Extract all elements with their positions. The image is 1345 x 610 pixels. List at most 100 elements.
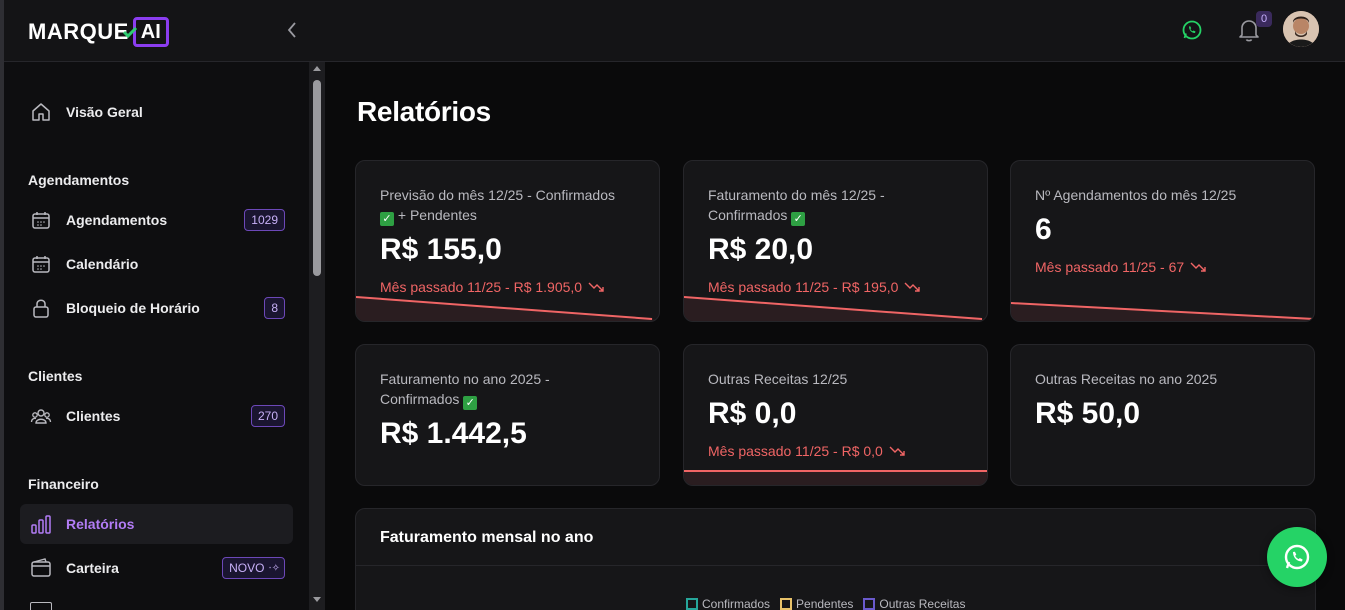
trend-sparkline <box>684 296 987 321</box>
legend-item-confirmados[interactable]: Confirmados <box>686 597 770 610</box>
trend-sparkline <box>356 296 659 321</box>
brand-name: MARQUE <box>28 19 129 44</box>
collapse-sidebar-button[interactable] <box>280 18 304 42</box>
stat-card-faturamento-mes: Faturamento do mês 12/25 - Confirmados ✓… <box>683 160 988 322</box>
card-comparison-text: Mês passado 11/25 - 67 <box>1035 259 1185 275</box>
trend-sparkline <box>684 470 987 485</box>
card-label-line1: Faturamento no ano 2025 - <box>380 371 550 387</box>
top-header: MARQUE AI 0 <box>4 0 1345 62</box>
check-icon: ✓ <box>791 212 806 226</box>
card-label: Outras Receitas no ano 2025 <box>1035 371 1218 387</box>
sparkle-icon: ⋅✧ <box>268 562 280 574</box>
user-photo-icon <box>1283 11 1319 47</box>
wallet-icon <box>30 557 52 579</box>
stat-card-outras-receitas-mes: Outras Receitas 12/25 R$ 0,0 Mês passado… <box>683 344 988 486</box>
sidebar-item-label: Visão Geral <box>66 104 143 120</box>
card-value: R$ 0,0 <box>708 397 797 430</box>
sidebar-item-relatorios[interactable]: Relatórios <box>20 504 293 544</box>
trend-down-icon <box>1190 262 1206 272</box>
main-content: Relatórios Previsão do mês 12/25 - Confi… <box>325 62 1345 610</box>
sidebar: Visão Geral Agendamentos Agendamentos 10… <box>4 62 309 610</box>
legend-label: Confirmados <box>702 597 771 610</box>
chart-legend: Confirmados Pendentes Outras Receitas <box>686 597 965 610</box>
new-badge-label: NOVO <box>229 561 265 575</box>
stat-card-faturamento-ano: Faturamento no ano 2025 - Confirmados ✓ … <box>355 344 660 486</box>
card-label: Faturamento no ano 2025 - Confirmados ✓ <box>380 369 645 410</box>
brand-ai-box: AI <box>132 17 169 47</box>
home-icon <box>30 101 52 123</box>
sidebar-item-label: Relatórios <box>66 516 135 532</box>
sidebar-item-label: Bloqueio de Horário <box>66 300 200 316</box>
card-label-line1: Faturamento do mês 12/25 - <box>708 187 885 203</box>
sidebar-item-label: Carteira <box>66 560 119 576</box>
card-value: R$ 155,0 <box>380 233 502 266</box>
stat-card-outras-receitas-ano: Outras Receitas no ano 2025 R$ 50,0 <box>1010 344 1315 486</box>
sidebar-item-label: Calendário <box>66 256 139 272</box>
users-icon <box>30 405 52 427</box>
card-label-line1: Previsão do mês 12/25 - Confirmados <box>380 187 615 203</box>
card-label: Faturamento do mês 12/25 - Confirmados ✓ <box>708 185 973 226</box>
sidebar-item-calendario[interactable]: Calendário <box>20 244 293 284</box>
card-comparison: Mês passado 11/25 - 67 <box>1035 259 1206 275</box>
count-badge: 8 <box>264 297 285 319</box>
card-value: 6 <box>1035 213 1052 246</box>
card-comparison: Mês passado 11/25 - R$ 0,0 <box>708 443 905 459</box>
brand-logo[interactable]: MARQUE AI <box>28 12 169 52</box>
sidebar-item-bloqueio[interactable]: Bloqueio de Horário 8 <box>20 288 293 328</box>
legend-swatch <box>863 598 876 610</box>
check-icon <box>122 26 138 38</box>
whatsapp-chat-button[interactable] <box>1267 527 1327 587</box>
whatsapp-icon[interactable] <box>1180 18 1204 42</box>
new-badge: NOVO ⋅✧ <box>222 557 285 579</box>
chevron-left-icon <box>287 22 296 38</box>
legend-swatch <box>686 598 698 610</box>
card-label: Nº Agendamentos do mês 12/25 <box>1035 187 1237 203</box>
chart-title: Faturamento mensal no ano <box>380 529 594 546</box>
card-comparison-text: Mês passado 11/25 - R$ 0,0 <box>708 443 883 459</box>
legend-item-pendentes[interactable]: Pendentes <box>780 597 853 610</box>
sidebar-item-label: Clientes <box>66 408 121 424</box>
sidebar-item-label: Agendamentos <box>66 212 168 228</box>
next-item-icon <box>30 602 52 610</box>
card-value: R$ 50,0 <box>1035 397 1141 430</box>
trend-sparkline <box>1011 302 1314 321</box>
divider <box>356 565 1315 566</box>
count-badge: 1029 <box>244 209 285 231</box>
check-icon: ✓ <box>380 212 394 226</box>
section-agendamentos: Agendamentos <box>28 172 130 188</box>
scroll-down-arrow[interactable] <box>313 597 321 602</box>
brand-suffix: AI <box>140 20 161 43</box>
sidebar-item-agendamentos[interactable]: Agendamentos 1029 <box>20 200 293 240</box>
legend-swatch <box>780 598 793 610</box>
trend-down-icon <box>889 446 905 456</box>
bar-chart-icon <box>30 513 52 535</box>
legend-label: Pendentes <box>796 597 854 610</box>
calendar-icon <box>30 253 52 275</box>
sidebar-item-clientes[interactable]: Clientes 270 <box>20 396 293 436</box>
card-label-line2: Confirmados <box>380 391 460 407</box>
avatar[interactable] <box>1283 11 1319 47</box>
card-value: R$ 20,0 <box>708 233 814 266</box>
monthly-revenue-chart-card: Faturamento mensal no ano Confirmados Pe… <box>355 508 1316 610</box>
section-financeiro: Financeiro <box>28 476 99 492</box>
stat-card-previsao: Previsão do mês 12/25 - Confirmados ✓ + … <box>355 160 660 322</box>
scroll-thumb[interactable] <box>313 80 321 276</box>
page-title: Relatórios <box>357 96 491 127</box>
card-label-line2: + Pendentes <box>397 207 477 223</box>
whatsapp-icon <box>1284 544 1310 570</box>
legend-item-outras-receitas[interactable]: Outras Receitas <box>863 597 965 610</box>
calendar-icon <box>30 209 52 231</box>
scroll-up-arrow[interactable] <box>313 66 321 71</box>
sidebar-item-overview[interactable]: Visão Geral <box>20 92 293 132</box>
card-value: R$ 1.442,5 <box>380 417 527 450</box>
card-label: Previsão do mês 12/25 - Confirmados ✓ + … <box>380 185 645 226</box>
sidebar-scrollbar[interactable] <box>309 62 325 610</box>
lock-icon <box>30 297 52 319</box>
section-clientes: Clientes <box>28 368 83 384</box>
sidebar-item-carteira[interactable]: Carteira NOVO ⋅✧ <box>20 548 293 588</box>
count-badge: 270 <box>250 405 285 427</box>
card-label: Outras Receitas 12/25 <box>708 371 848 387</box>
check-icon: ✓ <box>463 396 478 410</box>
card-label-line2: Confirmados <box>708 207 788 223</box>
stat-card-agendamentos: Nº Agendamentos do mês 12/25 6 Mês passa… <box>1010 160 1315 322</box>
